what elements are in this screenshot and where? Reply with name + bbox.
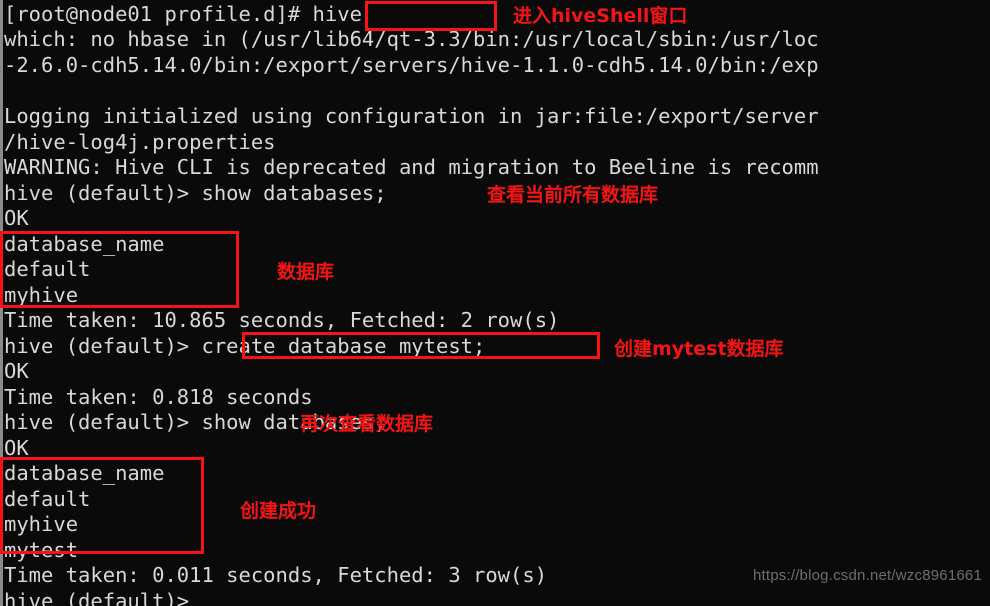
annotation-create-success: 创建成功 — [240, 500, 317, 522]
terminal-line: mytest — [4, 538, 79, 562]
annotation-show-again: 再次查看数据库 — [300, 413, 434, 435]
terminal-line: Time taken: 0.011 seconds, Fetched: 3 ro… — [4, 563, 548, 587]
terminal-screenshot: [root@node01 profile.d]# hive which: no h… — [0, 0, 990, 606]
terminal-line: hive (default)> create database mytest; — [4, 334, 486, 358]
terminal-line: myhive — [4, 512, 79, 536]
terminal-line: default — [4, 257, 91, 281]
annotation-create-mytest: 创建mytest数据库 — [614, 338, 784, 360]
terminal-line: -2.6.0-cdh5.14.0/bin:/export/servers/hiv… — [4, 53, 819, 77]
terminal-line: database_name — [4, 232, 165, 256]
terminal-line: hive (default)> — [4, 589, 190, 606]
terminal-line: OK — [4, 206, 29, 230]
terminal-output-area[interactable]: [root@node01 profile.d]# hive which: no h… — [0, 0, 990, 606]
terminal-line: Time taken: 0.818 seconds — [4, 385, 313, 409]
terminal-line: database_name — [4, 461, 165, 485]
annotation-show-all-databases: 查看当前所有数据库 — [487, 184, 659, 206]
terminal-line: Logging initialized using configuration … — [4, 104, 819, 128]
terminal-left-gutter — [0, 0, 3, 606]
watermark-url: https://blog.csdn.net/wzc8961661 — [752, 567, 982, 584]
terminal-line: Time taken: 10.865 seconds, Fetched: 2 r… — [4, 308, 560, 332]
terminal-line: which: no hbase in (/usr/lib64/qt-3.3/bi… — [4, 27, 819, 51]
terminal-line: /hive-log4j.properties — [4, 130, 276, 154]
annotation-databases: 数据库 — [277, 261, 335, 283]
terminal-line: OK — [4, 436, 29, 460]
terminal-line: WARNING: Hive CLI is deprecated and migr… — [4, 155, 819, 179]
terminal-line: OK — [4, 359, 29, 383]
terminal-line: hive (default)> show databases; — [4, 181, 387, 205]
annotation-enter-hive-shell: 进入hiveShell窗口 — [513, 5, 688, 27]
terminal-line: [root@node01 profile.d]# hive — [4, 2, 362, 26]
terminal-line: default — [4, 487, 91, 511]
terminal-line: myhive — [4, 283, 79, 307]
